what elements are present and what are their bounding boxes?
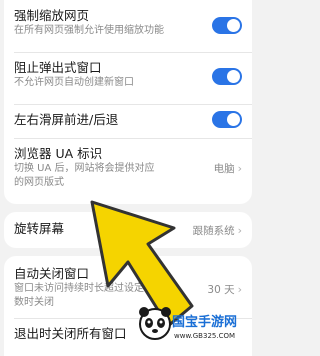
- chevron-right-icon: ›: [237, 224, 242, 237]
- setting-block-popups[interactable]: 阻止弹出式窗口 不允许网页自动创建新窗口: [4, 60, 252, 100]
- setting-force-zoom[interactable]: 强制缩放网页 在所有网页强制允许使用缩放功能: [4, 8, 252, 48]
- setting-desc: 的网页版式: [14, 177, 64, 188]
- divider: [14, 104, 252, 105]
- toggle-switch[interactable]: [212, 17, 242, 34]
- watermark-brand: 国宝手游网: [172, 314, 237, 330]
- toggle-switch[interactable]: [212, 111, 242, 128]
- watermark-url: www.GB325.COM: [174, 332, 235, 340]
- setting-swipe-navigation[interactable]: 左右滑屏前进/后退: [4, 110, 252, 134]
- divider: [14, 138, 252, 139]
- setting-value: 30 天 ›: [207, 282, 242, 297]
- divider: [14, 52, 252, 53]
- chevron-right-icon: ›: [237, 283, 242, 296]
- setting-value-text: 30 天: [207, 284, 235, 296]
- setting-value-text: 电脑: [213, 163, 235, 175]
- settings-card-main: 强制缩放网页 在所有网页强制允许使用缩放功能 阻止弹出式窗口 不允许网页自动创建…: [4, 0, 252, 204]
- chevron-right-icon: ›: [237, 162, 242, 175]
- panda-logo-icon: 国宝手游网 www.GB325.COM: [139, 307, 237, 340]
- watermark: 国宝手游网 www.GB325.COM: [136, 304, 254, 342]
- toggle-switch[interactable]: [212, 68, 242, 85]
- setting-value: 跟随系统 ›: [193, 223, 242, 238]
- setting-value: 电脑 ›: [214, 161, 242, 176]
- setting-title: 浏览器 UA 标识: [14, 146, 103, 161]
